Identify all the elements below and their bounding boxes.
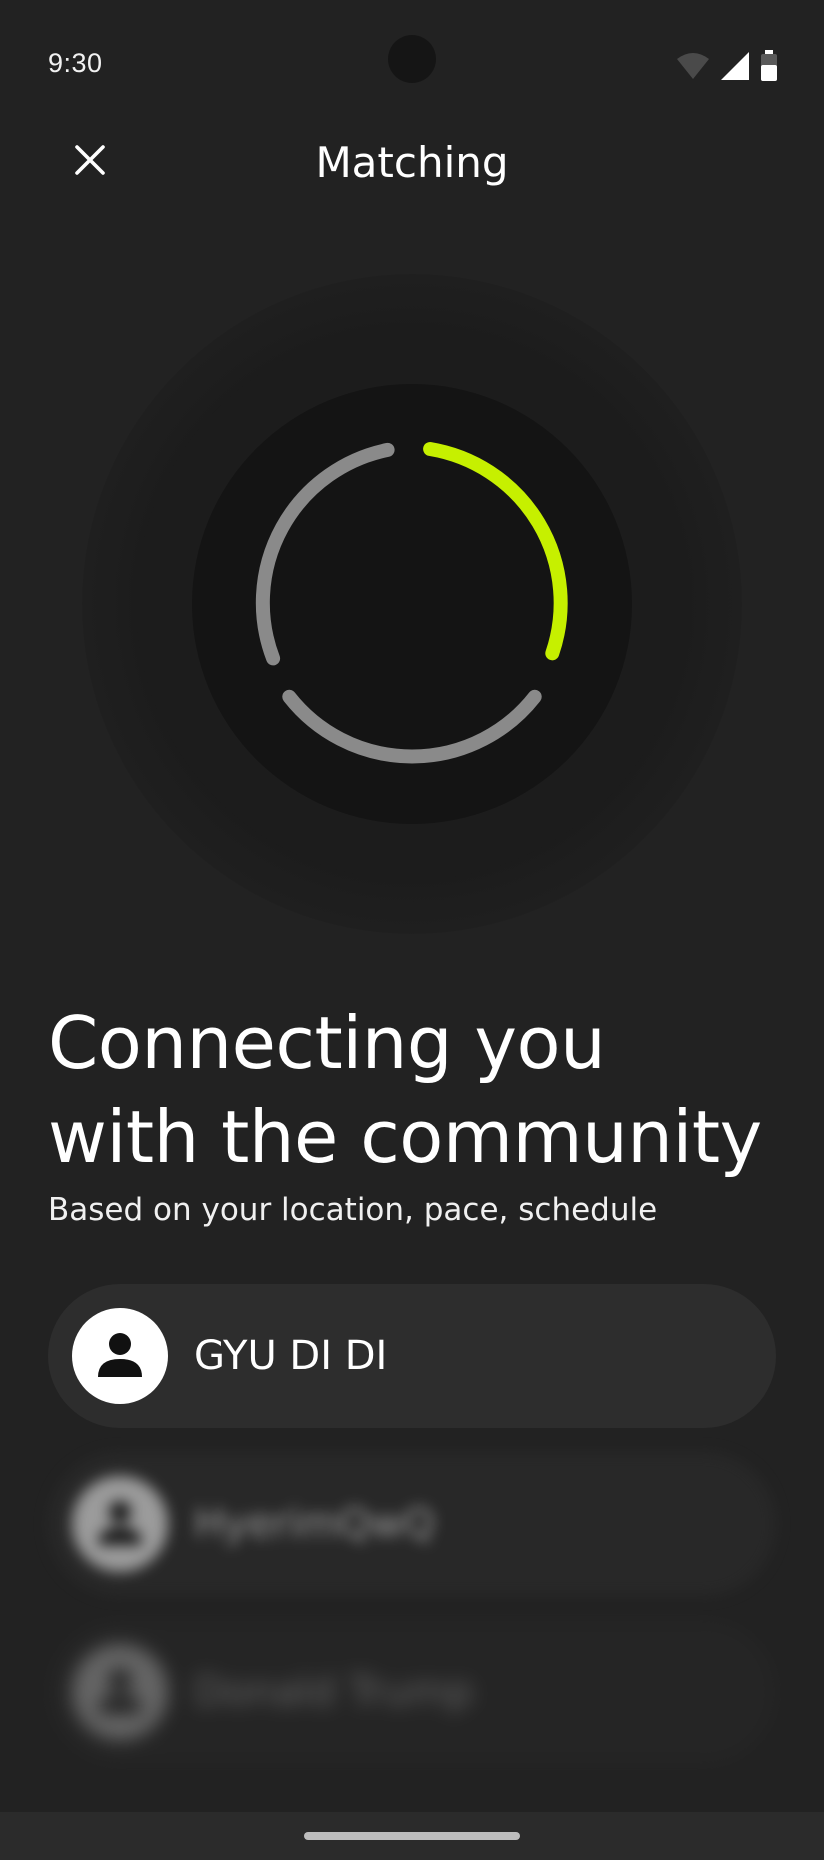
spinner-track-arc-bottom — [282, 689, 542, 764]
status-time: 9:30 — [48, 48, 103, 78]
person-icon — [93, 1495, 147, 1553]
status-bar: 9:30 — [0, 0, 824, 110]
member-card[interactable]: GYU DI DI — [48, 1284, 776, 1428]
signal-icon — [720, 51, 750, 81]
matching-spinner — [82, 274, 742, 934]
member-card[interactable]: HyerimQwQ — [48, 1452, 776, 1596]
spinner-ring — [255, 442, 568, 764]
member-name: GYU DI DI — [194, 1333, 388, 1379]
member-card[interactable]: Donald Trump — [48, 1620, 776, 1764]
person-icon — [93, 1663, 147, 1721]
headline: Connecting you with the community — [48, 996, 788, 1184]
avatar — [72, 1644, 168, 1740]
headline-line-1: Connecting you — [48, 1001, 606, 1085]
battery-icon — [760, 50, 778, 82]
wifi-icon — [676, 51, 710, 81]
page-title: Matching — [315, 138, 509, 187]
subtitle: Based on your location, pace, schedule — [48, 1192, 658, 1228]
camera-cutout — [388, 35, 436, 83]
home-indicator[interactable] — [304, 1832, 520, 1840]
member-name: HyerimQwQ — [194, 1501, 435, 1547]
status-icons — [676, 50, 778, 82]
member-name: Donald Trump — [194, 1669, 474, 1715]
headline-line-2: with the community — [48, 1095, 762, 1179]
spinner-track-arc-left — [255, 442, 395, 666]
spinner-accent-arc — [423, 442, 568, 661]
avatar — [72, 1476, 168, 1572]
avatar — [72, 1308, 168, 1404]
person-icon — [93, 1327, 147, 1385]
